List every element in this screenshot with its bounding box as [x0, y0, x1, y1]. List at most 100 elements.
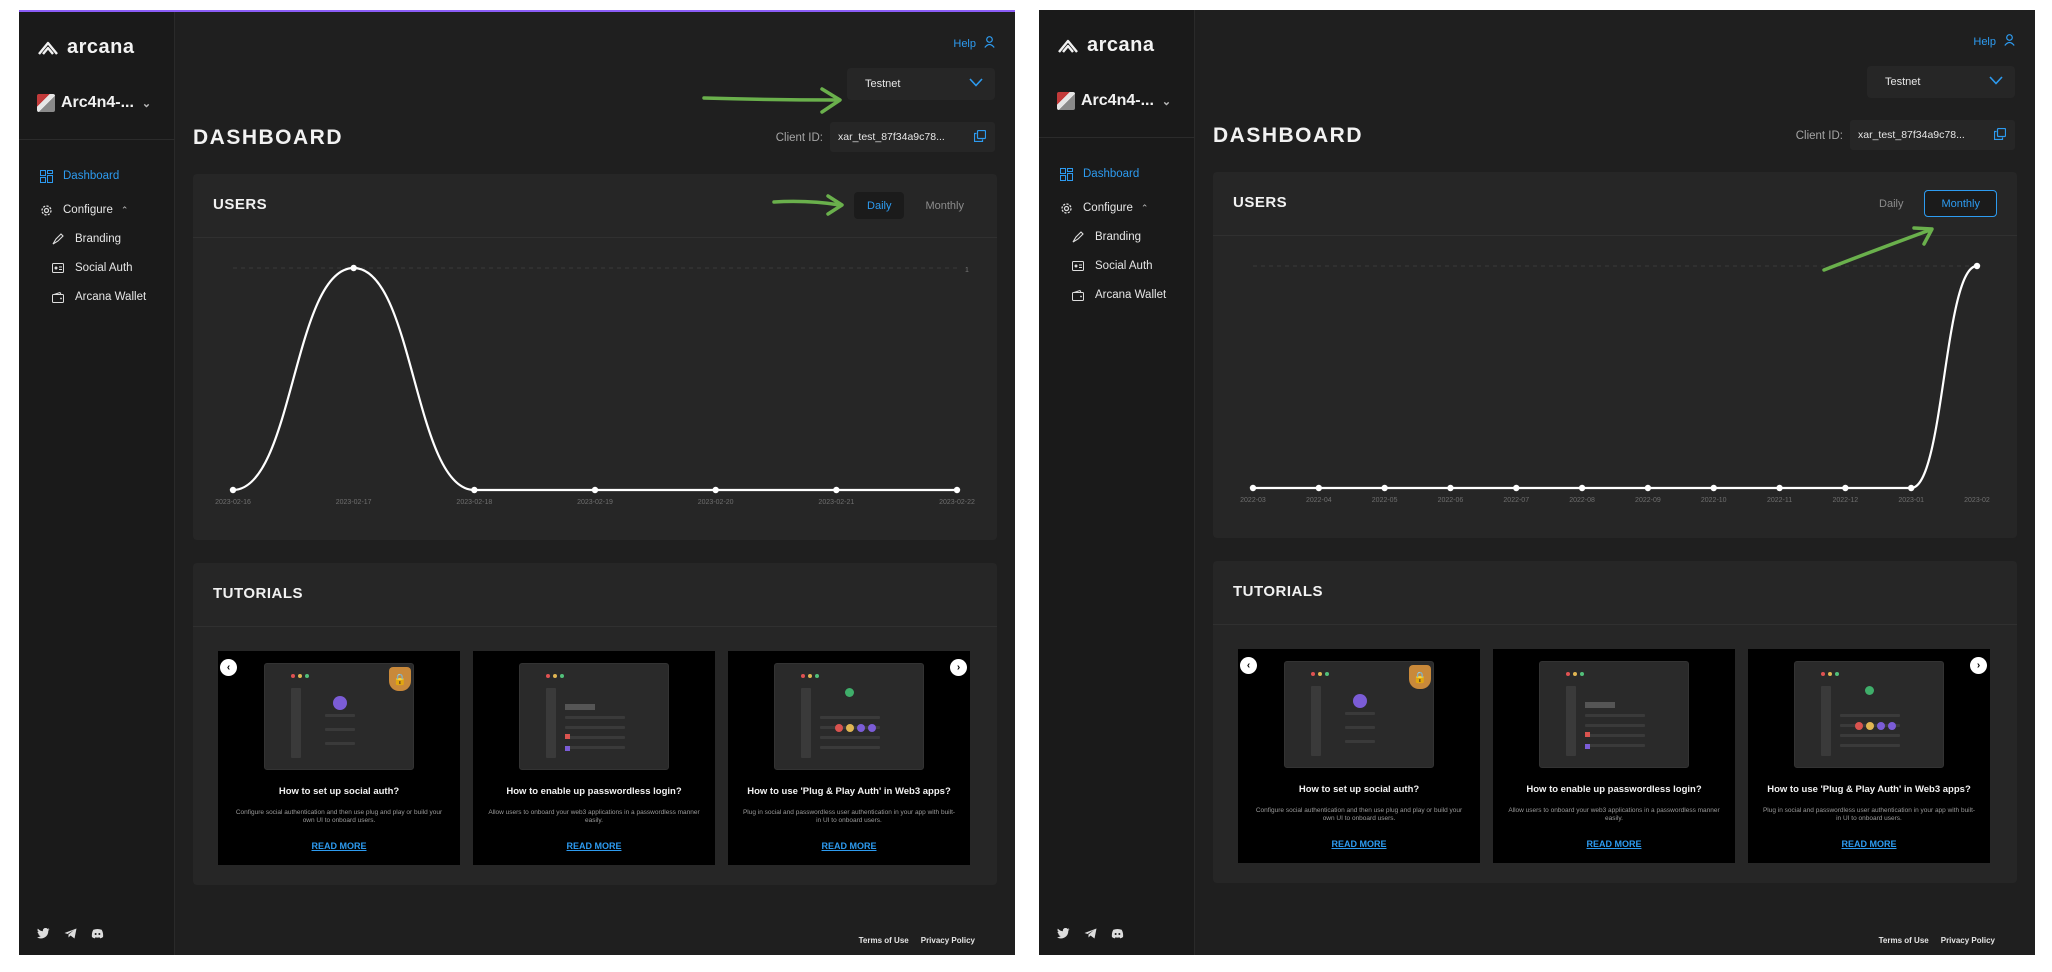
privacy-link[interactable]: Privacy Policy — [921, 936, 975, 945]
sidebar-item-label: Social Auth — [1095, 260, 1153, 272]
period-toggle: Daily Monthly — [1866, 190, 1997, 217]
sidebar-item-social-auth[interactable]: Social Auth — [1071, 259, 1153, 273]
discord-icon[interactable] — [1111, 928, 1124, 941]
telegram-icon[interactable] — [1084, 928, 1097, 941]
app-avatar — [37, 94, 55, 112]
users-line-chart: 2022-03 2022-04 2022-05 2022-06 2022-07 2022-… — [1240, 262, 1990, 504]
tutorial-title: How to use 'Plug & Play Auth' in Web3 ap… — [747, 786, 951, 797]
daily-button[interactable]: Daily — [1866, 190, 1916, 217]
user-icon[interactable] — [984, 36, 995, 51]
sidebar-item-configure[interactable]: Configure ⌃ — [1059, 201, 1148, 215]
read-more-link[interactable]: READ MORE — [1238, 839, 1480, 849]
tutorial-card[interactable]: How to use 'Plug & Play Auth' in Web3 ap… — [728, 651, 970, 865]
carousel-prev-button[interactable]: ‹ — [1240, 657, 1257, 674]
network-select[interactable]: Testnet — [1867, 66, 2015, 98]
tutorial-card[interactable]: How to enable up passwordless login? Allo… — [1493, 649, 1735, 863]
network-select[interactable]: Testnet — [847, 68, 995, 100]
sidebar-item-dashboard[interactable]: Dashboard — [39, 169, 119, 183]
sidebar-item-arcana-wallet[interactable]: Arcana Wallet — [1071, 288, 1166, 302]
twitter-icon[interactable] — [37, 928, 50, 941]
carousel-next-button[interactable]: › — [950, 659, 967, 676]
user-icon[interactable] — [2004, 34, 2015, 49]
client-id-label: Client ID: — [775, 132, 823, 144]
data-point[interactable] — [833, 486, 840, 494]
client-id-value: xar_test_87f34a9c78... — [838, 131, 945, 143]
data-point[interactable] — [1644, 484, 1652, 492]
carousel-next-button[interactable]: › — [1970, 657, 1987, 674]
sidebar-item-branding[interactable]: Branding — [1071, 230, 1141, 244]
help-label: Help — [953, 37, 976, 50]
discord-icon[interactable] — [91, 928, 104, 941]
data-point[interactable] — [229, 486, 237, 494]
sidebar-item-label: Configure — [63, 204, 113, 216]
brush-icon — [51, 232, 65, 246]
read-more-link[interactable]: READ MORE — [728, 841, 970, 851]
terms-link[interactable]: Terms of Use — [859, 936, 909, 945]
terms-link[interactable]: Terms of Use — [1879, 936, 1929, 945]
data-point[interactable] — [1315, 484, 1323, 492]
sidebar-item-arcana-wallet[interactable]: Arcana Wallet — [51, 290, 146, 304]
sidebar-item-branding[interactable]: Branding — [51, 232, 121, 246]
data-point[interactable] — [712, 486, 719, 494]
arcana-logo[interactable]: arcana — [37, 36, 135, 59]
twitter-icon[interactable] — [1057, 928, 1070, 941]
copy-icon[interactable] — [973, 129, 987, 145]
app-name: Arc4n4-... — [61, 94, 134, 111]
tutorial-thumbnail: 🔒 — [264, 663, 414, 770]
tutorial-card[interactable]: How to use 'Plug & Play Auth' in Web3 ap… — [1748, 649, 1990, 863]
client-id-field[interactable]: xar_test_87f34a9c78... — [1850, 120, 2015, 150]
x-tick-label: 2023-01 — [1898, 497, 1924, 504]
tutorial-card[interactable]: 🔒 How to set up social auth? Configure soc… — [218, 651, 460, 865]
privacy-link[interactable]: Privacy Policy — [1941, 936, 1995, 945]
tutorial-card[interactable]: 🔒 How to set up social auth? Configure soc… — [1238, 649, 1480, 863]
sidebar: arcana Arc4n4-... ⌄ Dashboard Configure … — [19, 12, 175, 955]
carousel-prev-button[interactable]: ‹ — [220, 659, 237, 676]
monthly-button[interactable]: Monthly — [912, 192, 977, 219]
read-more-link[interactable]: READ MORE — [473, 841, 715, 851]
tutorial-card[interactable]: How to enable up passwordless login? Allo… — [473, 651, 715, 865]
data-point[interactable] — [953, 486, 961, 494]
data-point[interactable] — [1710, 484, 1717, 492]
data-point[interactable] — [591, 486, 599, 494]
telegram-icon[interactable] — [64, 928, 77, 941]
sidebar-item-social-auth[interactable]: Social Auth — [51, 261, 133, 275]
tutorial-thumbnail — [774, 663, 924, 770]
data-point[interactable] — [1578, 484, 1586, 492]
data-point[interactable] — [1907, 484, 1915, 492]
app-selector[interactable]: Arc4n4-... ⌄ — [1057, 92, 1171, 110]
tutorial-title: How to use 'Plug & Play Auth' in Web3 ap… — [1767, 784, 1971, 795]
arcana-logo[interactable]: arcana — [1057, 34, 1155, 57]
data-point[interactable] — [1249, 484, 1257, 492]
data-point[interactable] — [1842, 484, 1849, 492]
users-title: USERS — [213, 196, 268, 213]
data-point[interactable] — [1776, 484, 1783, 492]
data-point[interactable] — [1447, 484, 1454, 492]
sidebar-item-configure[interactable]: Configure ⌃ — [39, 203, 128, 217]
tutorial-description: Plug in social and passwordless user aut… — [1762, 807, 1976, 822]
read-more-link[interactable]: READ MORE — [1748, 839, 1990, 849]
monthly-button[interactable]: Monthly — [1924, 190, 1997, 217]
main-content: Help Testnet DASHBOARD Client ID: xar_te… — [175, 12, 1015, 955]
social-links — [1057, 928, 1124, 941]
network-value: Testnet — [865, 78, 901, 90]
client-id-field[interactable]: xar_test_87f34a9c78... — [830, 122, 995, 152]
series-line — [1253, 264, 1978, 490]
app-selector[interactable]: Arc4n4-... ⌄ — [37, 94, 151, 112]
data-point[interactable] — [1513, 484, 1520, 492]
id-card-icon — [1071, 259, 1085, 273]
tutorials-title: TUTORIALS — [1233, 583, 1324, 600]
data-point[interactable] — [1381, 484, 1388, 492]
card-divider — [193, 626, 997, 627]
tutorial-description: Allow users to onboard your web3 applica… — [488, 809, 700, 824]
data-point[interactable] — [1973, 262, 1981, 270]
help-link[interactable]: Help — [1973, 34, 2015, 49]
read-more-link[interactable]: READ MORE — [1493, 839, 1735, 849]
read-more-link[interactable]: READ MORE — [218, 841, 460, 851]
data-point[interactable] — [350, 264, 357, 272]
data-point[interactable] — [471, 486, 478, 494]
help-link[interactable]: Help — [953, 36, 995, 51]
sidebar-item-dashboard[interactable]: Dashboard — [1059, 167, 1139, 181]
copy-icon[interactable] — [1993, 127, 2007, 143]
sidebar-item-label: Dashboard — [1083, 168, 1140, 180]
daily-button[interactable]: Daily — [854, 192, 905, 219]
